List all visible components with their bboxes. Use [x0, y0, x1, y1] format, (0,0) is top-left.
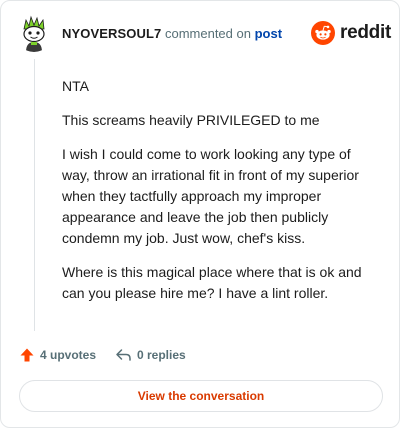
upvote-arrow-icon [20, 348, 34, 362]
comment-paragraph: I wish I could come to work looking any … [62, 146, 359, 246]
comment-paragraph: NTA [62, 78, 89, 94]
post-link[interactable]: post [255, 26, 282, 41]
reply-arrow-icon [116, 349, 131, 361]
reply-count: 0 replies [137, 348, 186, 362]
reddit-logo-icon [311, 21, 335, 45]
reply-button[interactable]: 0 replies [115, 345, 186, 365]
reddit-wordmark: reddit [340, 22, 391, 43]
upvote-button[interactable]: 4 upvotes [19, 345, 96, 365]
username-link[interactable]: NYOVERSOUL7 [62, 26, 161, 41]
view-conversation-button[interactable]: View the conversation [19, 380, 383, 412]
reddit-brand[interactable]: reddit [311, 20, 391, 46]
user-avatar-icon[interactable] [15, 14, 53, 52]
byline-action-text: commented on [164, 26, 251, 41]
comment-paragraph: Where is this magical place where that i… [62, 264, 362, 301]
comment-byline: NYOVERSOUL7 commented on post [62, 26, 282, 41]
upvote-count: 4 upvotes [40, 348, 97, 362]
comment-embed-card: NYOVERSOUL7 commented on post reddit NTA… [0, 0, 400, 428]
thread-line [34, 59, 35, 331]
comment-paragraph: This screams heavily PRIVILEGED to me [62, 112, 320, 128]
comment-body: NTA This screams heavily PRIVILEGED to m… [62, 76, 378, 317]
